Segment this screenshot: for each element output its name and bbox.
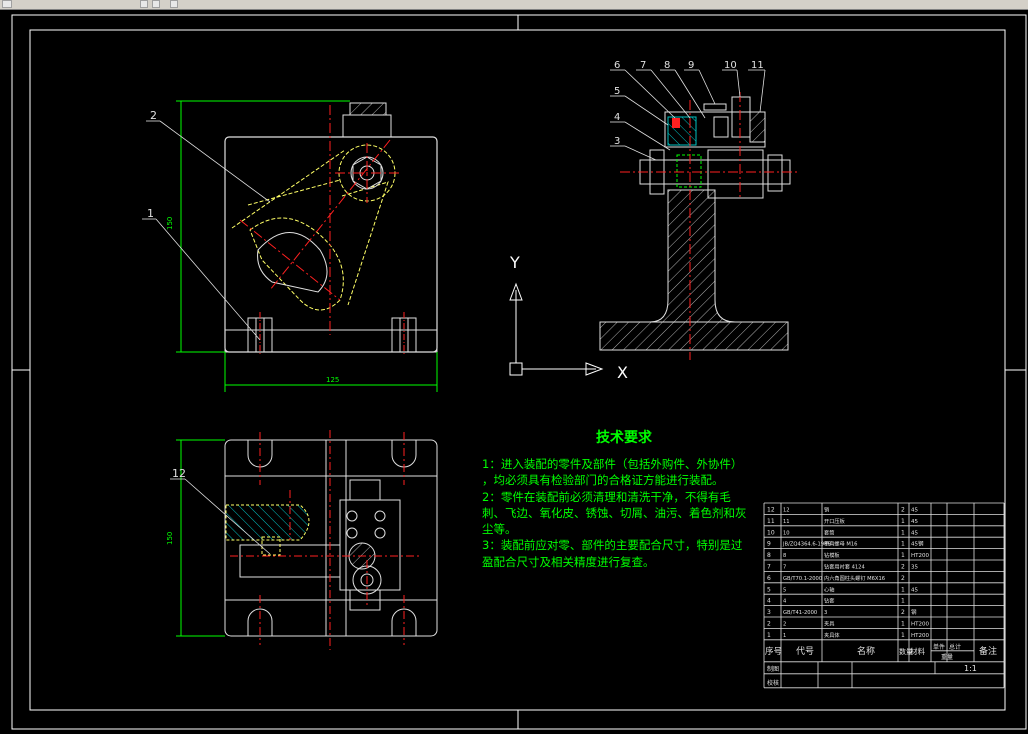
bom-no: 2 — [767, 621, 771, 628]
front-balloon: 1 — [147, 207, 154, 220]
bom-material: 35 — [911, 565, 918, 571]
bom-header-unit: 单件 — [933, 643, 945, 651]
front-dim-width: 125 — [326, 376, 339, 384]
bom-qty: 1 — [901, 541, 905, 548]
top-view[interactable]: 150 12 — [166, 430, 438, 650]
bom-header-name: 名称 — [857, 645, 875, 657]
bom-header-total: 总计 — [949, 643, 961, 651]
bom-code: GB/T70.1-2000 — [783, 576, 822, 582]
sheet-border — [11, 14, 1027, 730]
bom-header-remark: 备注 — [979, 645, 997, 657]
bom-name: 开口压板 — [824, 517, 846, 525]
side-balloon: 11 — [751, 60, 764, 71]
title-design: 制图 — [767, 665, 779, 673]
bom-qty: 1 — [901, 621, 905, 628]
bom-material: 45 — [911, 519, 918, 525]
side-balloon: 8 — [664, 60, 670, 71]
side-balloon: 10 — [724, 60, 737, 71]
bom-material: 钢 — [911, 608, 917, 616]
tech-line: 盈配合尺寸及相关精度进行复查。 — [482, 554, 655, 569]
bom-material: HT200 — [911, 553, 929, 559]
bom-code: 12 — [783, 508, 790, 514]
bom-no: 3 — [767, 609, 771, 616]
bom-qty: 1 — [901, 586, 905, 593]
bom-header-weight: 重量 — [941, 653, 953, 661]
bom-code: 2 — [783, 622, 786, 628]
tech-line: 2：零件在装配前必须清理和清洗干净，不得有毛 — [482, 489, 731, 504]
bom-code: 1 — [783, 633, 786, 639]
bom-code: 10 — [783, 530, 790, 536]
tech-line: 3：装配前应对零、部件的主要配合尺寸，特别是过 — [482, 538, 743, 553]
bom-code: 7 — [783, 565, 786, 571]
bom-name: 夹具体 — [824, 631, 840, 639]
title-check: 校核 — [767, 679, 779, 687]
bom-qty: 1 — [901, 552, 905, 559]
bom-qty: 1 — [901, 598, 905, 605]
bom-name: 带肩螺母 M16 — [824, 540, 857, 548]
tech-line: 刺、飞边、氧化皮、锈蚀、切屑、油污、着色剂和灰 — [482, 505, 747, 520]
bom-material: 45 — [911, 587, 918, 593]
bom-qty: 2 — [901, 564, 905, 571]
bom-code: 11 — [783, 519, 790, 525]
tech-line: ，均必须具有检验部门的合格证方能进行装配。 — [482, 473, 724, 488]
title-scale: 1:1 — [964, 664, 977, 673]
bom-name: 心轴 — [824, 585, 834, 593]
tech-requirements-title: 技术要求 — [596, 430, 652, 446]
ucs-x-label: X — [617, 363, 628, 382]
front-view[interactable]: 150 125 2 1 — [142, 100, 438, 392]
side-balloon: 3 — [614, 136, 620, 147]
bom-qty: 1 — [901, 518, 905, 525]
ucs-y-label: Y — [509, 253, 520, 272]
bom-material: 45 — [911, 508, 918, 514]
bom-name: 钻套 — [824, 597, 835, 605]
side-balloon: 7 — [640, 60, 646, 71]
bom-code: GB/T41-2000 — [783, 610, 817, 616]
bom-no: 1 — [767, 632, 771, 639]
ucs-icon — [509, 282, 604, 376]
bom-no: 6 — [767, 575, 771, 582]
tech-requirements-body: 1：进入装配的零件及部件（包括外购件、外协件） ，均必须具有检验部门的合格证方能… — [482, 456, 782, 570]
side-balloon: 4 — [614, 112, 620, 123]
bom-name: 钻套用衬套 4124 — [824, 563, 865, 571]
front-dim-height: 150 — [166, 217, 174, 230]
bom-table[interactable]: 12 12 销 2 4511 11 开口压板 1 4510 10 套筒 1 459 JB/ZQ4364.6… — [763, 502, 1005, 689]
bom-code: 4 — [783, 599, 787, 605]
top-dim-height: 150 — [166, 532, 174, 545]
bom-code: 5 — [783, 587, 786, 593]
bom-header-code: 代号 — [796, 646, 814, 657]
bom-qty: 1 — [901, 632, 905, 639]
bom-name: 内六角圆柱头螺钉 M6X16 — [824, 574, 885, 582]
bom-material: HT200 — [911, 633, 929, 639]
bom-material: HT200 — [911, 622, 929, 628]
side-balloon: 5 — [614, 86, 620, 97]
top-balloon: 12 — [172, 467, 186, 480]
side-view[interactable]: 6 7 8 9 10 11 5 4 3 — [599, 60, 800, 360]
bom-no: 5 — [767, 586, 771, 593]
bom-qty: 2 — [901, 575, 905, 582]
bom-qty: 1 — [901, 529, 905, 536]
bom-code: 8 — [783, 553, 786, 559]
bom-material: 45 — [911, 530, 918, 536]
bom-name: 套筒 — [824, 528, 834, 536]
bom-name: 钻模板 — [824, 551, 840, 559]
bom-name: 3 — [824, 610, 827, 616]
bom-no: 4 — [767, 598, 771, 605]
cad-drawing[interactable]: 150 125 2 1 6 7 8 9 10 11 5 4 3 X Y 150 … — [0, 0, 1028, 734]
bom-material: 45钢 — [911, 540, 924, 548]
tech-line: 尘等。 — [482, 522, 517, 537]
bom-qty: 2 — [901, 507, 905, 514]
bom-header-material: 材料 — [910, 646, 925, 656]
bom-header-no: 序号 — [765, 646, 782, 657]
side-balloon: 6 — [614, 60, 620, 71]
bom-name: 销 — [824, 506, 829, 514]
side-balloon: 9 — [688, 60, 694, 71]
bom-qty: 2 — [901, 609, 905, 616]
tech-line: 1：进入装配的零件及部件（包括外购件、外协件） — [482, 457, 743, 471]
front-balloon: 2 — [150, 109, 157, 122]
bom-name: 夹具 — [824, 620, 834, 628]
